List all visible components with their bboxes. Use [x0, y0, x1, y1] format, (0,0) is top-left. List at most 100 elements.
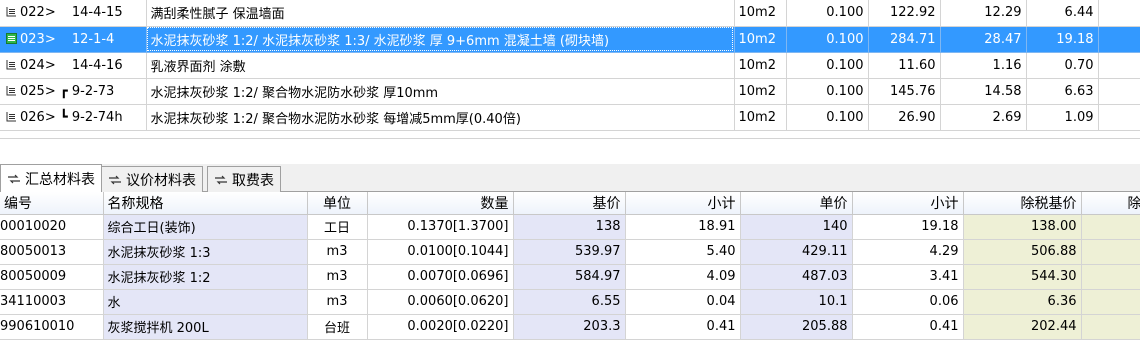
column-header-subtotal-2[interactable]: 小计: [852, 192, 964, 215]
material-name[interactable]: 水泥抹灰砂浆 1:3: [103, 239, 308, 265]
quota-row[interactable]: 022> 14-4-15 满刮柔性腻子 保温墙面 10m2 0.100 122.92 12…: [0, 0, 1140, 27]
material-row[interactable]: 80050009 水泥抹灰砂浆 1:2 m3 0.0070[0.0696] 584.97…: [0, 264, 1140, 290]
material-code[interactable]: 34110003: [0, 289, 104, 315]
quota-value-1[interactable]: 11.60: [868, 52, 941, 79]
material-subtotal-2[interactable]: 19.18: [852, 214, 964, 240]
quota-value-2[interactable]: 1.16: [940, 52, 1027, 79]
column-header-name[interactable]: 名称规格: [103, 192, 308, 215]
material-tax-free[interactable]: [1081, 289, 1140, 315]
material-name[interactable]: 灰浆搅拌机 200L: [103, 314, 308, 340]
quota-extra-cell[interactable]: [1098, 0, 1140, 27]
material-tax-free[interactable]: [1081, 214, 1140, 240]
material-tax-free[interactable]: 4: [1081, 264, 1140, 290]
quota-value-3[interactable]: 6.63: [1026, 78, 1099, 105]
quota-row[interactable]: 026> ┗ 9-2-74h 水泥抹灰砂浆 1:2/ 聚合物水泥防水砂浆 每增减5m…: [0, 104, 1140, 131]
quota-unit[interactable]: 10m2: [734, 0, 787, 27]
material-subtotal-2[interactable]: 3.41: [852, 264, 964, 290]
material-base-price[interactable]: 6.55: [513, 289, 626, 315]
material-unit-price[interactable]: 140: [740, 214, 853, 240]
quota-extra-cell[interactable]: [1098, 26, 1140, 53]
column-header-quantity[interactable]: 数量: [367, 192, 514, 215]
quota-value-2[interactable]: 12.29: [940, 0, 1027, 27]
quota-extra-cell[interactable]: [1098, 52, 1140, 79]
quota-value-3[interactable]: 6.44: [1026, 0, 1099, 27]
material-subtotal[interactable]: 0.41: [625, 314, 741, 340]
quota-name[interactable]: 乳液界面剂 涂敷: [146, 52, 735, 79]
material-name[interactable]: 水: [103, 289, 308, 315]
quota-value-1[interactable]: 145.76: [868, 78, 941, 105]
tab-fee-table[interactable]: 取费表: [207, 166, 281, 192]
material-name[interactable]: 综合工日(装饰): [103, 214, 308, 240]
column-header-base-price[interactable]: 基价: [513, 192, 626, 215]
material-tax-free-base[interactable]: 138.00: [963, 214, 1082, 240]
quota-unit[interactable]: 10m2: [734, 78, 787, 105]
column-header-tax-free-base[interactable]: 除税基价: [963, 192, 1082, 215]
quota-extra-cell[interactable]: [1098, 104, 1140, 131]
column-header-subtotal[interactable]: 小计: [625, 192, 741, 215]
quota-quantity[interactable]: 0.100: [786, 78, 869, 105]
quota-unit[interactable]: 10m2: [734, 52, 787, 79]
material-unit-price[interactable]: 487.03: [740, 264, 853, 290]
quota-code-cell[interactable]: 025> ┏ 9-2-73: [0, 78, 147, 105]
quota-name[interactable]: 水泥抹灰砂浆 1:2/ 聚合物水泥防水砂浆 每增减5mm厚(0.40倍): [146, 104, 735, 131]
quota-extra-cell[interactable]: [1098, 78, 1140, 105]
material-quantity[interactable]: 0.1370[1.3700]: [367, 214, 514, 240]
quota-value-3[interactable]: 0.70: [1026, 52, 1099, 79]
quota-name[interactable]: 满刮柔性腻子 保温墙面: [146, 0, 735, 27]
material-subtotal[interactable]: 5.40: [625, 239, 741, 265]
column-header-unit-price[interactable]: 单价: [740, 192, 853, 215]
quota-unit[interactable]: 10m2: [734, 26, 787, 53]
material-row[interactable]: 00010020 综合工日(装饰) 工日 0.1370[1.3700] 138 18.91…: [0, 214, 1140, 240]
quota-quantity[interactable]: 0.100: [786, 52, 869, 79]
material-unit-price[interactable]: 205.88: [740, 314, 853, 340]
material-quantity[interactable]: 0.0100[0.1044]: [367, 239, 514, 265]
quota-value-2[interactable]: 14.58: [940, 78, 1027, 105]
quota-name[interactable]: 水泥抹灰砂浆 1:2/ 水泥抹灰砂浆 1:3/ 水泥砂浆 厚 9+6mm 混凝土…: [146, 26, 735, 53]
material-subtotal[interactable]: 18.91: [625, 214, 741, 240]
material-unit[interactable]: m3: [307, 264, 368, 290]
material-quantity[interactable]: 0.0070[0.0696]: [367, 264, 514, 290]
material-tax-free-base[interactable]: 202.44: [963, 314, 1082, 340]
material-subtotal-2[interactable]: 4.29: [852, 239, 964, 265]
material-unit-price[interactable]: 429.11: [740, 239, 853, 265]
tab-summary-materials[interactable]: 汇总材料表: [0, 164, 102, 192]
material-base-price[interactable]: 584.97: [513, 264, 626, 290]
material-code[interactable]: 00010020: [0, 214, 104, 240]
material-unit[interactable]: 台班: [307, 314, 368, 340]
material-code[interactable]: 80050009: [0, 264, 104, 290]
material-unit[interactable]: m3: [307, 289, 368, 315]
material-row[interactable]: 990610010 灰浆搅拌机 200L 台班 0.0020[0.0220] 203.3…: [0, 314, 1140, 340]
material-subtotal-2[interactable]: 0.41: [852, 314, 964, 340]
material-base-price[interactable]: 138: [513, 214, 626, 240]
material-tax-free-base[interactable]: 544.30: [963, 264, 1082, 290]
quota-unit[interactable]: 10m2: [734, 104, 787, 131]
quota-value-1[interactable]: 284.71: [868, 26, 941, 53]
column-header-unit[interactable]: 单位: [307, 192, 368, 215]
quota-quantity[interactable]: 0.100: [786, 26, 869, 53]
quota-value-1[interactable]: 122.92: [868, 0, 941, 27]
quota-quantity[interactable]: 0.100: [786, 104, 869, 131]
material-subtotal-2[interactable]: 0.06: [852, 289, 964, 315]
quota-row[interactable]: 024> 14-4-16 乳液界面剂 涂敷 10m2 0.100 11.60 1.16 0.…: [0, 52, 1140, 79]
quota-code-cell[interactable]: 024> 14-4-16: [0, 52, 147, 79]
material-subtotal[interactable]: 0.04: [625, 289, 741, 315]
column-header-tax-free[interactable]: 除税: [1081, 192, 1140, 215]
material-row[interactable]: 34110003 水 m3 0.0060[0.0620] 6.55 0.04 10.1 0.0…: [0, 289, 1140, 315]
material-quantity[interactable]: 0.0020[0.0220]: [367, 314, 514, 340]
material-quantity[interactable]: 0.0060[0.0620]: [367, 289, 514, 315]
material-tax-free[interactable]: 2: [1081, 314, 1140, 340]
material-tax-free-base[interactable]: 506.88: [963, 239, 1082, 265]
material-name[interactable]: 水泥抹灰砂浆 1:2: [103, 264, 308, 290]
quota-value-3[interactable]: 19.18: [1026, 26, 1099, 53]
material-unit-price[interactable]: 10.1: [740, 289, 853, 315]
quota-quantity[interactable]: 0.100: [786, 0, 869, 27]
quota-value-2[interactable]: 2.69: [940, 104, 1027, 131]
material-code[interactable]: 80050013: [0, 239, 104, 265]
tab-negotiated-materials[interactable]: 议价材料表: [101, 166, 203, 192]
material-unit[interactable]: 工日: [307, 214, 368, 240]
quota-code-cell[interactable]: 023> 12-1-4: [0, 26, 147, 53]
quota-name[interactable]: 水泥抹灰砂浆 1:2/ 聚合物水泥防水砂浆 厚10mm: [146, 78, 735, 105]
quota-code-cell[interactable]: 022> 14-4-15: [0, 0, 147, 27]
quota-row[interactable]: 025> ┏ 9-2-73 水泥抹灰砂浆 1:2/ 聚合物水泥防水砂浆 厚10mm 1…: [0, 78, 1140, 105]
quota-code-cell[interactable]: 026> ┗ 9-2-74h: [0, 104, 147, 131]
